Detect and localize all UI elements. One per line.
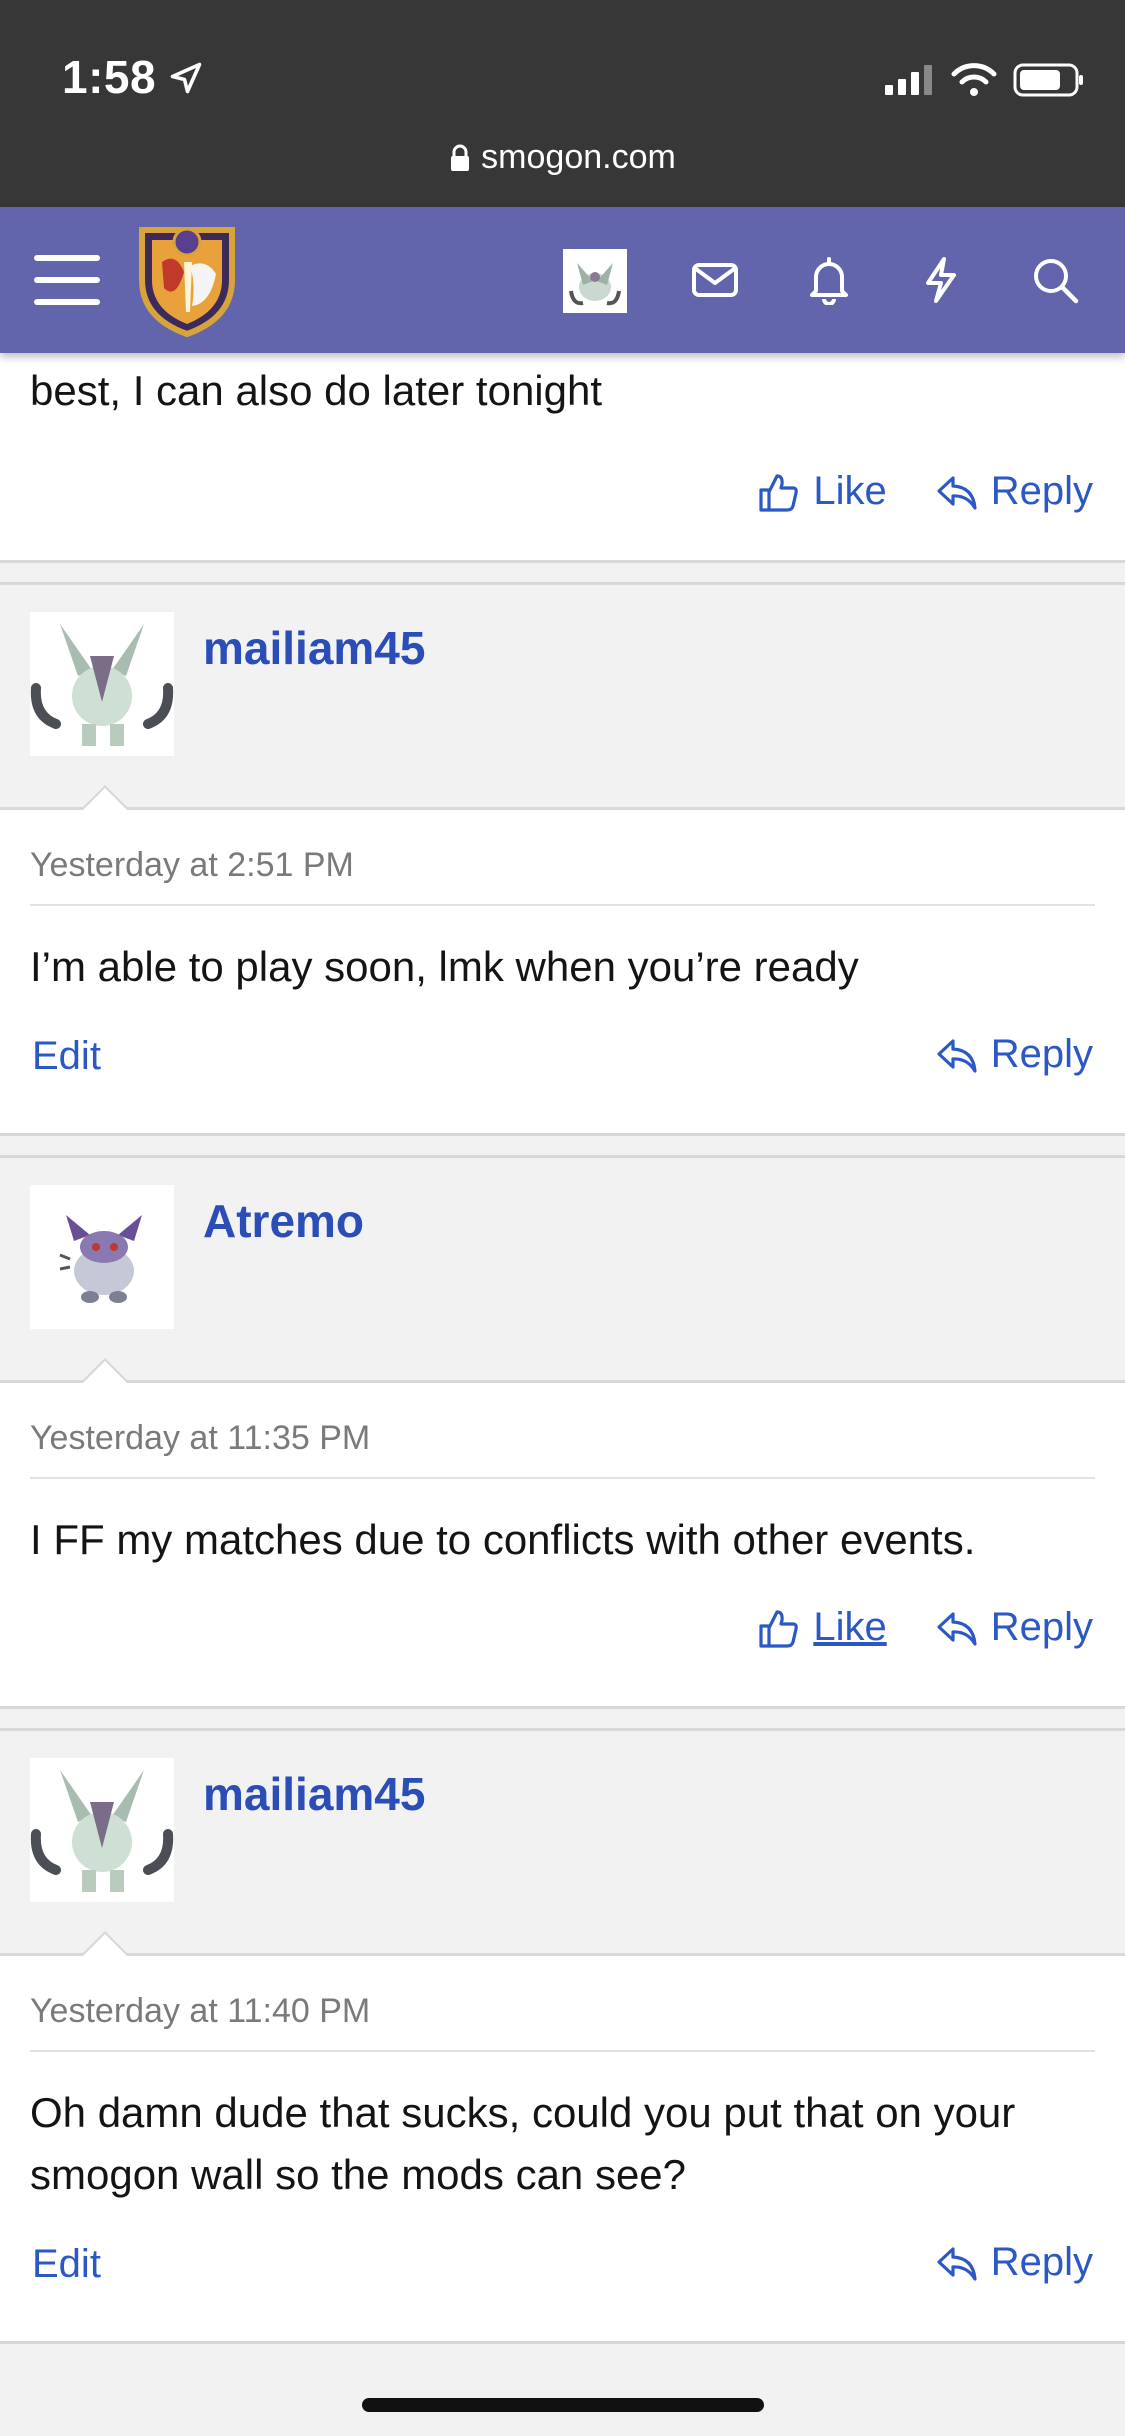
post-date[interactable]: Yesterday at 11:40 PM xyxy=(30,1992,370,2031)
site-navbar xyxy=(0,207,1125,353)
menu-icon[interactable] xyxy=(34,253,100,307)
edit-button[interactable]: Edit xyxy=(32,2242,101,2287)
user-avatar[interactable] xyxy=(563,249,627,313)
post-date[interactable]: Yesterday at 2:51 PM xyxy=(30,846,354,885)
wifi-icon xyxy=(951,63,997,96)
like-button[interactable]: Like xyxy=(757,469,887,514)
reply-arrow-icon xyxy=(937,475,977,510)
thread-posts: best, I can also do later tonight Like R… xyxy=(0,353,1125,2344)
edit-button[interactable]: Edit xyxy=(32,1034,101,1079)
like-label: Like xyxy=(813,469,887,513)
post: Atremo Yesterday at 11:35 PM I FF my mat… xyxy=(0,1155,1125,1709)
reply-arrow-icon xyxy=(937,2246,977,2281)
status-bar: 1:58 smogon.com xyxy=(0,0,1125,207)
post-actions: Like Reply xyxy=(757,469,1093,514)
avatar[interactable] xyxy=(30,612,174,756)
thumbs-up-icon xyxy=(759,1609,799,1648)
post-actions: Like Reply xyxy=(757,1605,1093,1650)
status-time: 1:58 xyxy=(62,51,157,103)
post-message: I FF my matches due to conflicts with ot… xyxy=(30,1516,976,1563)
post-actions: Reply xyxy=(935,2240,1093,2285)
username[interactable]: Atremo xyxy=(203,1194,364,1248)
search-icon[interactable] xyxy=(1030,255,1080,305)
post-body: Yesterday at 11:40 PM Oh damn dude that … xyxy=(0,1956,1125,2344)
post-body: Yesterday at 11:35 PM I FF my matches du… xyxy=(0,1383,1125,1709)
site-logo[interactable] xyxy=(136,222,238,338)
post-header: mailiam45 xyxy=(0,1728,1125,1956)
reply-button[interactable]: Reply xyxy=(935,1032,1093,1077)
username[interactable]: mailiam45 xyxy=(203,1767,425,1821)
post-actions: Reply xyxy=(935,1032,1093,1077)
lock-icon xyxy=(451,144,470,171)
url-bar[interactable]: smogon.com xyxy=(0,138,1125,177)
reply-label: Reply xyxy=(990,469,1093,513)
url-text: smogon.com xyxy=(481,138,676,176)
post-message: Oh damn dude that sucks, could you put t… xyxy=(30,2089,1016,2198)
post-date[interactable]: Yesterday at 11:35 PM xyxy=(30,1419,370,1458)
avatar[interactable] xyxy=(30,1758,174,1902)
lightning-icon[interactable] xyxy=(916,255,966,305)
like-label: Like xyxy=(813,1605,887,1649)
battery-icon xyxy=(1013,63,1083,97)
post-message: best, I can also do later tonight xyxy=(30,367,603,414)
username[interactable]: mailiam45 xyxy=(203,621,425,675)
reply-label: Reply xyxy=(990,1605,1093,1649)
reply-arrow-icon xyxy=(937,1611,977,1646)
home-indicator[interactable] xyxy=(362,2398,764,2412)
reply-arrow-icon xyxy=(937,1038,977,1073)
post-previous: best, I can also do later tonight Like R… xyxy=(0,353,1125,563)
reply-button[interactable]: Reply xyxy=(935,1605,1093,1650)
reply-label: Reply xyxy=(990,1032,1093,1076)
reply-button[interactable]: Reply xyxy=(935,469,1093,514)
post-header: mailiam45 xyxy=(0,582,1125,810)
bell-icon[interactable] xyxy=(804,255,854,305)
mail-icon[interactable] xyxy=(690,255,740,305)
location-arrow-icon xyxy=(170,62,202,94)
signal-icon xyxy=(885,65,932,95)
reply-button[interactable]: Reply xyxy=(935,2240,1093,2285)
post: mailiam45 Yesterday at 2:51 PM I’m able … xyxy=(0,582,1125,1136)
avatar[interactable] xyxy=(30,1185,174,1329)
status-indicators xyxy=(885,62,1085,98)
post-header: Atremo xyxy=(0,1155,1125,1383)
post-body: Yesterday at 2:51 PM I’m able to play so… xyxy=(0,810,1125,1136)
post: mailiam45 Yesterday at 11:40 PM Oh damn … xyxy=(0,1728,1125,2344)
reply-label: Reply xyxy=(990,2240,1093,2284)
like-button[interactable]: Like xyxy=(757,1605,887,1650)
post-message: I’m able to play soon, lmk when you’re r… xyxy=(30,943,859,990)
thumbs-up-icon xyxy=(759,473,799,512)
